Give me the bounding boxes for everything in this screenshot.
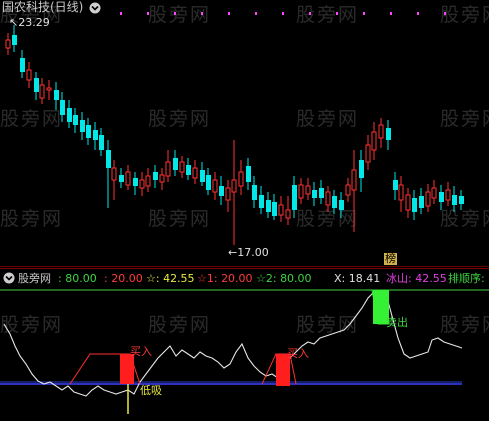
candle-body-down <box>359 160 364 178</box>
candle-body-down <box>412 198 417 212</box>
indicator-value-6: X: 18.41 <box>334 272 381 285</box>
indicator-value-8: 排顺序: <box>448 272 485 285</box>
candle-body-down <box>252 185 257 200</box>
candle-body-down <box>93 130 98 140</box>
candle-body-down <box>12 35 17 45</box>
indicator-value-3: ☆: 42.55 <box>146 272 195 285</box>
panel-divider <box>0 266 489 267</box>
candle-body-up <box>179 161 185 173</box>
candle-body-down <box>186 165 191 175</box>
arrow-icon: ↖ <box>9 16 19 29</box>
candle-body-down <box>272 202 277 216</box>
candle-body-down <box>246 166 251 182</box>
candle-body-up <box>305 185 311 195</box>
candle-body-down <box>34 78 39 92</box>
candle-body-down <box>393 180 398 190</box>
dip-signal-label: 低吸 <box>140 384 162 397</box>
candle-body-up <box>26 69 32 81</box>
rank-badge[interactable]: 榜 <box>384 253 397 265</box>
candle-body-down <box>459 196 464 204</box>
indicator-chart[interactable] <box>0 286 489 421</box>
buy-signal-label: 买入 <box>130 345 152 358</box>
buy-bar <box>120 354 134 384</box>
candle-body-down <box>419 196 424 208</box>
candle-body-up <box>285 209 291 219</box>
arrow-icon: ← <box>228 246 238 259</box>
candle-body-down <box>106 150 111 168</box>
candle-body-up <box>111 167 117 181</box>
candle-body-down <box>60 100 65 115</box>
candle-body-down <box>206 175 211 190</box>
candle-body-up <box>431 187 437 199</box>
candle-body-down <box>319 188 324 198</box>
candle-body-up <box>425 191 431 207</box>
candle-body-down <box>200 170 205 182</box>
candle-body-down <box>439 192 444 202</box>
candle-body-up <box>231 179 237 193</box>
candle-body-down <box>266 200 271 212</box>
candle-body-up <box>225 187 231 201</box>
candle-body-down <box>452 195 457 205</box>
candle-body-up <box>145 175 151 187</box>
candle-body-down <box>73 115 78 125</box>
chart-window: 股旁网 股旁网 股旁网 股旁网 股旁网 股旁网 股旁网 股旁网 股旁网 股旁网 … <box>0 0 489 421</box>
candle-body-up <box>125 171 131 186</box>
candle-body-down <box>332 196 337 208</box>
candle-body-up <box>378 124 384 139</box>
high-price-marker: ↖23.29 <box>9 17 50 29</box>
candle-body-up <box>351 169 357 191</box>
indicator-value-5: ☆2: 80.00 <box>256 272 312 285</box>
candle-body-up <box>39 84 45 99</box>
candle-body-up <box>405 194 411 211</box>
candle-body-up <box>159 174 165 183</box>
candle-body-up <box>278 204 284 216</box>
indicator-name[interactable]: 股旁网 <box>18 272 51 285</box>
panel-divider-bottom <box>0 268 489 269</box>
indicator-value-4: ☆1: 20.00 <box>197 272 253 285</box>
candle-body-up <box>238 171 244 187</box>
candle-body-down <box>292 185 297 210</box>
low-price-marker: ←17.00 <box>228 247 269 259</box>
indicator-value-2: : 20.00 <box>104 272 143 285</box>
candle-body-down <box>99 135 104 150</box>
candle-body-down <box>133 178 138 186</box>
indicator-value-1: : 80.00 <box>58 272 97 285</box>
candle-body-up <box>192 167 198 179</box>
candle-body-up <box>212 179 218 193</box>
low-price-label: 17.00 <box>237 246 269 259</box>
candle-body-up <box>5 39 11 49</box>
candle-body-up <box>445 189 451 201</box>
candle-body-up <box>325 191 331 206</box>
candle-body-down <box>54 90 59 100</box>
candle-body-down <box>173 158 178 170</box>
candle-body-down <box>339 200 344 210</box>
candle-body-down <box>80 120 85 132</box>
candle-body-up <box>398 184 404 201</box>
high-price-label: 23.29 <box>18 16 50 29</box>
candle-body-up <box>371 131 377 151</box>
candle-body-up <box>345 184 351 196</box>
candle-body-up <box>365 144 371 163</box>
buy-signal-label: 买入 <box>287 347 309 360</box>
candle-body-down <box>67 108 72 122</box>
candle-body-up <box>298 184 304 199</box>
candle-body-down <box>153 172 158 180</box>
candle-body-down <box>86 125 91 138</box>
candle-body-down <box>386 128 391 140</box>
candle-body-down <box>259 195 264 208</box>
indicator-value-7: 冰山: 42.55 <box>386 272 447 285</box>
chevron-down-icon[interactable] <box>3 272 15 284</box>
candle-body-down <box>119 175 124 182</box>
candle-body-up <box>139 179 145 189</box>
sell-signal-label: 卖出 <box>386 316 408 329</box>
candle-body-down <box>20 58 25 72</box>
candlestick-chart[interactable] <box>0 0 489 266</box>
candle-body-down <box>312 190 317 198</box>
candle-body-down <box>219 186 224 196</box>
candle-body-up <box>46 87 52 91</box>
candle-body-up <box>165 161 171 177</box>
